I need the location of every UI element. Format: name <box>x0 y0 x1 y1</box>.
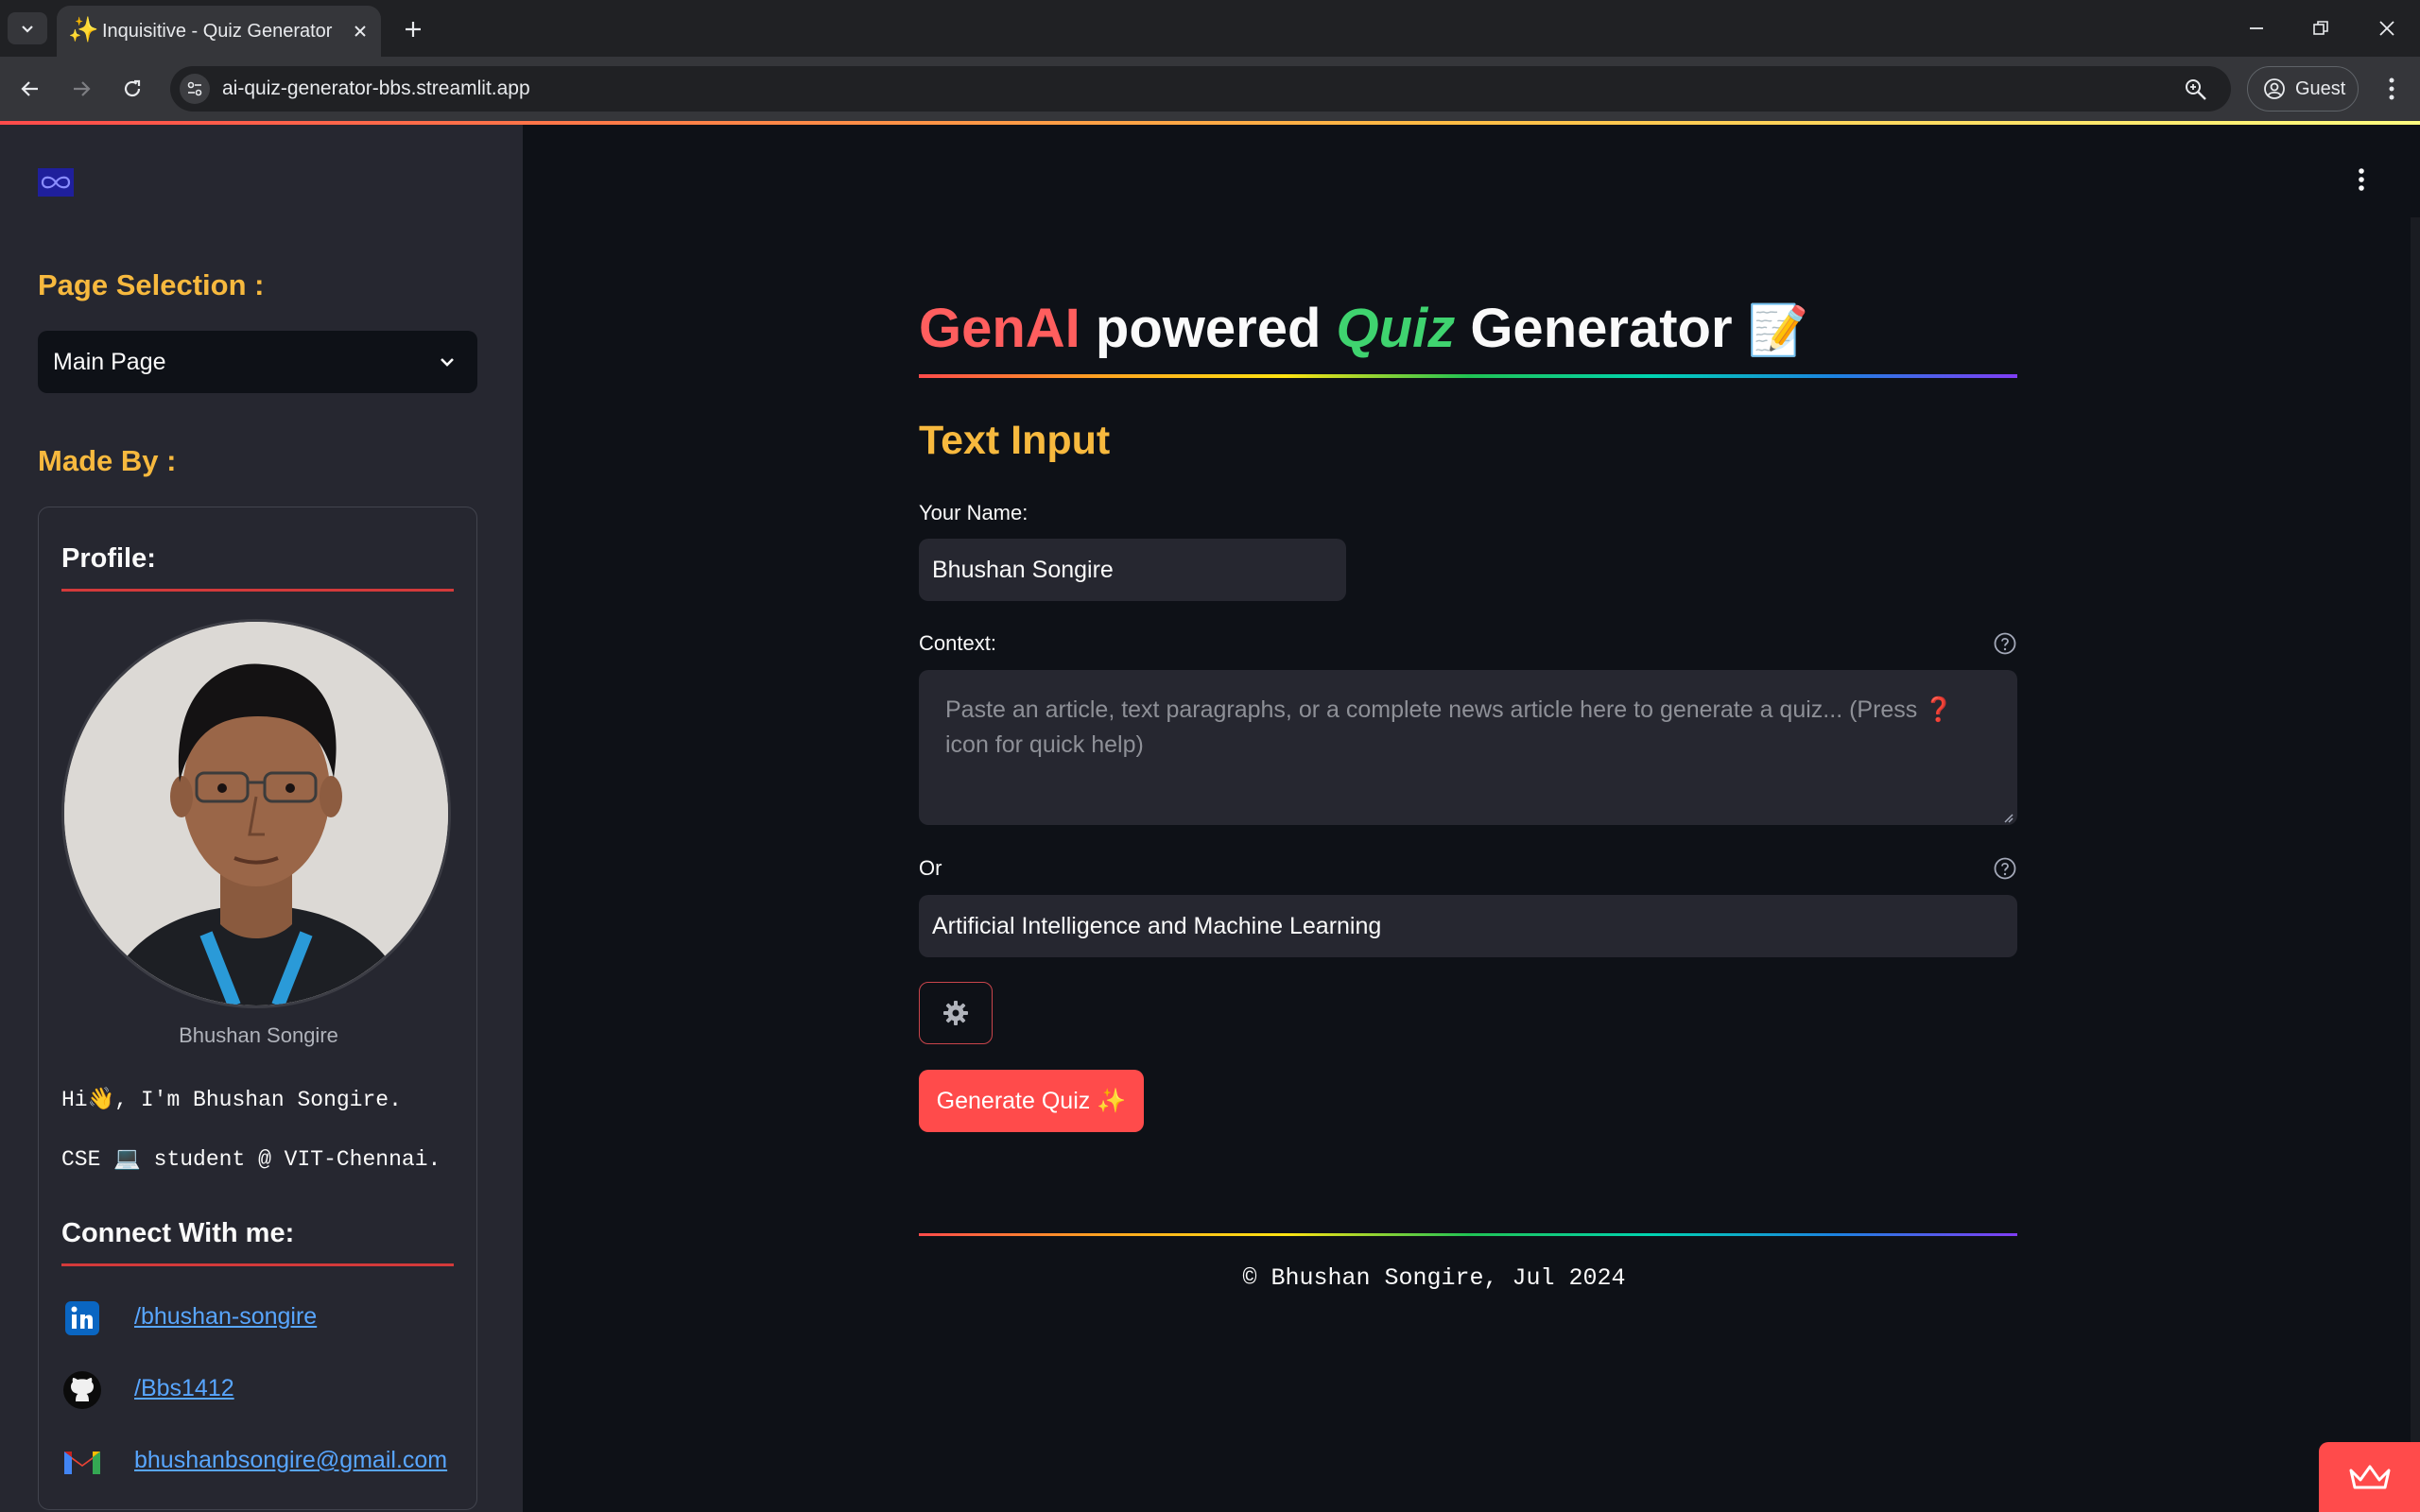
question-circle-icon[interactable] <box>1993 631 2017 656</box>
memo-icon: 📝 <box>1747 303 1809 358</box>
generate-quiz-button[interactable]: Generate Quiz ✨ <box>919 1070 1144 1132</box>
context-label: Context: <box>919 631 996 655</box>
scrollbar[interactable] <box>2411 217 2420 1512</box>
title-powered: powered <box>1080 298 1337 359</box>
sparkles-icon: ✨ <box>68 15 99 43</box>
footer-divider <box>919 1233 2017 1236</box>
tab-title: Inquisitive - Quiz Generator · Streamlit <box>102 21 338 42</box>
question-circle-icon[interactable] <box>1993 856 2017 881</box>
page-select-dropdown[interactable]: Main Page <box>38 331 477 393</box>
crown-icon <box>2349 1465 2390 1489</box>
page-select-value: Main Page <box>53 349 166 375</box>
name-input[interactable]: Bhushan Songire <box>919 539 1346 601</box>
title-divider <box>919 374 2017 378</box>
back-button[interactable] <box>11 70 49 108</box>
address-bar[interactable]: ai-quiz-generator-bbs.streamlit.app <box>170 66 2231 112</box>
linkedin-icon[interactable] <box>61 1297 103 1339</box>
tune-icon <box>187 81 202 96</box>
context-placeholder: Paste an article, text paragraphs, or a … <box>945 696 1954 758</box>
minimize-icon <box>2250 27 2263 29</box>
generate-quiz-label: Generate Quiz ✨ <box>936 1087 1127 1114</box>
connect-heading: Connect With me: <box>61 1218 295 1248</box>
page-selection-label: Page Selection : <box>38 268 265 301</box>
github-icon[interactable] <box>61 1369 103 1411</box>
sidebar: Page Selection : Main Page Made By : Pro… <box>0 125 523 1512</box>
email-link[interactable]: bhushanbsongire@gmail.com <box>134 1447 447 1474</box>
streamlit-badge[interactable] <box>2319 1442 2420 1512</box>
reload-icon <box>124 79 141 97</box>
browser-toolbar: ai-quiz-generator-bbs.streamlit.app Gues… <box>0 57 2420 121</box>
new-tab-button[interactable] <box>397 13 429 45</box>
zoom-icon[interactable] <box>2184 77 2208 102</box>
arrow-left-icon <box>21 81 38 96</box>
close-window-button[interactable] <box>2354 8 2420 49</box>
chevron-down-icon <box>441 358 454 367</box>
page-title: GenAI powered Quiz Generator 📝 <box>919 297 1808 360</box>
topic-input[interactable]: Artificial Intelligence and Machine Lear… <box>919 895 2017 957</box>
divider <box>61 1263 454 1266</box>
bio-education-text: CSE 💻 student @ VIT-Chennai. <box>61 1147 441 1172</box>
name-label: Your Name: <box>919 501 1028 524</box>
minimize-window-button[interactable] <box>2223 8 2290 49</box>
tab-close-icon[interactable] <box>348 19 372 43</box>
person-circle-icon <box>2264 78 2285 99</box>
profile-button[interactable]: Guest <box>2247 66 2359 112</box>
app-menu-button[interactable] <box>2344 161 2378 198</box>
site-info-button[interactable] <box>180 74 210 104</box>
topic-input-value: Artificial Intelligence and Machine Lear… <box>932 913 1382 939</box>
settings-button[interactable] <box>919 982 993 1044</box>
avatar <box>61 619 451 1008</box>
linkedin-link[interactable]: /bhushan-songire <box>134 1303 317 1331</box>
title-genai: GenAI <box>919 298 1080 359</box>
forward-button[interactable] <box>62 70 100 108</box>
footer-copyright: © Bhushan Songire, Jul 2024 <box>1242 1264 1626 1292</box>
more-vertical-icon <box>2359 168 2364 191</box>
restore-window-button[interactable] <box>2288 8 2354 49</box>
made-by-label: Made By : <box>38 444 177 477</box>
profile-heading: Profile: <box>61 543 156 574</box>
context-textarea[interactable]: Paste an article, text paragraphs, or a … <box>919 670 2017 825</box>
title-generator: Generator <box>1455 298 1733 359</box>
profile-card: Profile: Bhushan Songire Hi👋, I'm Bhusha… <box>38 507 477 1510</box>
tab-search-button[interactable] <box>8 12 47 44</box>
url-text[interactable]: ai-quiz-generator-bbs.streamlit.app <box>222 66 530 112</box>
github-link[interactable]: /Bbs1412 <box>134 1375 234 1402</box>
arrow-right-icon <box>74 81 91 96</box>
gear-icon <box>943 1001 968 1025</box>
name-input-value: Bhushan Songire <box>932 557 1114 583</box>
chevron-down-icon <box>22 26 33 33</box>
close-icon <box>2379 21 2394 36</box>
reload-button[interactable] <box>113 70 151 108</box>
avatar-caption: Bhushan Songire <box>179 1023 338 1047</box>
section-heading: Text Input <box>919 418 1111 463</box>
more-vertical-icon <box>2389 77 2394 100</box>
gmail-icon[interactable] <box>61 1441 103 1483</box>
bio-intro-text: Hi👋, I'm Bhushan Songire. <box>61 1088 402 1112</box>
or-label: Or <box>919 856 942 880</box>
resize-grip-icon[interactable] <box>2002 812 2014 823</box>
browser-tab-strip: ✨ Inquisitive - Quiz Generator · Streaml… <box>0 0 2420 57</box>
browser-menu-button[interactable] <box>2377 70 2406 108</box>
restore-icon <box>2313 21 2328 35</box>
infinity-logo-icon <box>38 168 74 197</box>
plus-icon <box>406 22 421 37</box>
divider <box>61 589 454 592</box>
browser-tab-active[interactable]: ✨ Inquisitive - Quiz Generator · Streaml… <box>57 6 381 57</box>
title-quiz: Quiz <box>1336 298 1456 359</box>
profile-label: Guest <box>2295 77 2346 99</box>
